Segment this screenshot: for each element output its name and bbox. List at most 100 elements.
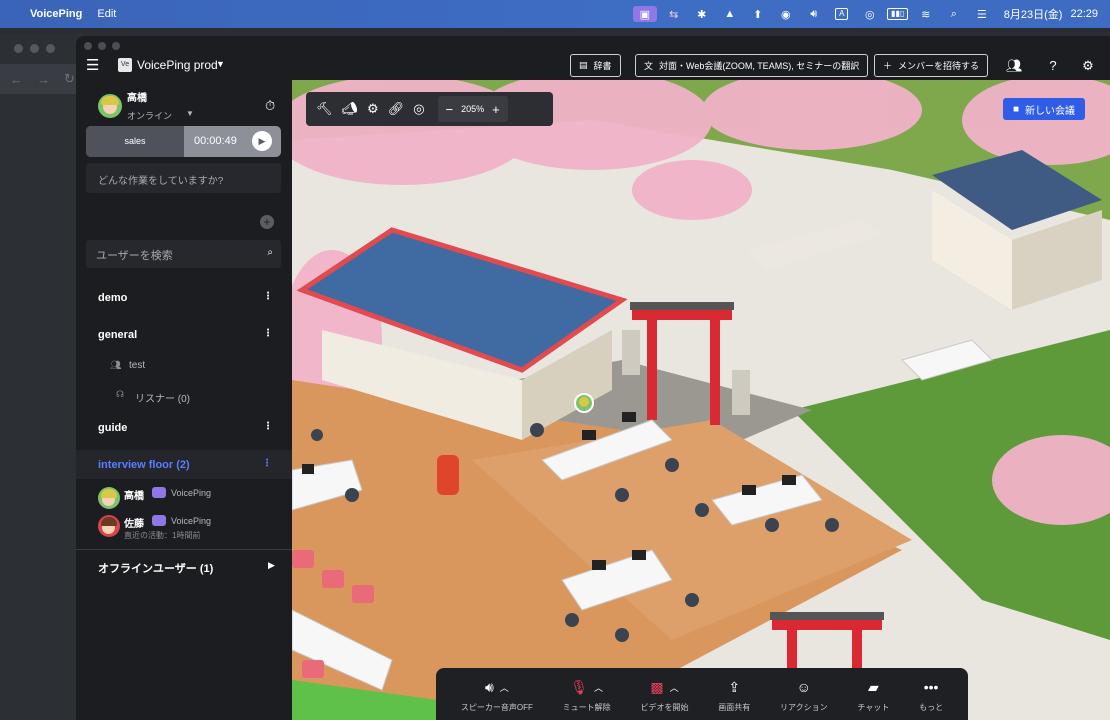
chat-button[interactable]: ▰ チャット: [857, 678, 889, 713]
workspace-dropdown-icon[interactable]: ▼: [216, 59, 225, 69]
call-controls-bar: 🔊︎ ︿ スピーカー音声OFF 🎙︎ ︿ ミュート解除 ▩ ︿ ビデオを開始 ⇪ 画面…: [436, 668, 968, 720]
task-tracker[interactable]: sales 00:00:49 ▶: [86, 126, 281, 157]
reaction-button[interactable]: ☺ リアクション: [780, 678, 828, 713]
translation-button-label: 対面・Web会議(ZOOM, TEAMS), セミナーの翻訳: [659, 61, 860, 71]
app-minimize-button[interactable]: [98, 42, 106, 50]
speaker-label: スピーカー音声OFF: [460, 703, 533, 712]
menubar-date[interactable]: 8月23日(金): [1004, 6, 1063, 22]
room-general[interactable]: general: [98, 329, 137, 341]
sidebar-toggle-icon[interactable]: ☰: [86, 56, 99, 74]
activity-input[interactable]: どんな作業をしていますか?: [86, 163, 281, 193]
input-source-icon[interactable]: A: [831, 6, 853, 22]
chevron-up-icon[interactable]: ︿: [670, 681, 679, 694]
more-button[interactable]: ••• もっと: [919, 678, 943, 713]
room-guide-more-icon[interactable]: ⋮: [263, 421, 273, 432]
mute-label: ミュート解除: [562, 703, 611, 712]
settings-gear-icon[interactable]: ⚙: [1080, 58, 1096, 74]
volume-icon[interactable]: 🔊︎: [803, 6, 825, 22]
map-settings-icon[interactable]: ⚙: [367, 101, 379, 117]
invite-members-button[interactable]: ＋ メンバーを招待する: [874, 54, 989, 77]
translation-button[interactable]: 文 対面・Web会議(ZOOM, TEAMS), セミナーの翻訳: [635, 54, 869, 77]
emoji-icon[interactable]: ☺: [797, 679, 811, 695]
screen-share-button[interactable]: ⇪ 画面共有: [718, 678, 750, 713]
chevron-right-icon[interactable]: ▶: [268, 560, 275, 571]
avatar[interactable]: [98, 94, 122, 118]
avatar: [98, 487, 120, 509]
screen-share-icon[interactable]: ⇪: [728, 679, 740, 696]
status-dropdown-icon[interactable]: ▼: [186, 109, 194, 118]
user-search-input[interactable]: ユーザーを検索 ⌕: [86, 240, 281, 268]
chevron-up-icon[interactable]: ︿: [500, 681, 509, 694]
record-tray-icon[interactable]: ◉: [775, 6, 797, 22]
task-label[interactable]: sales: [86, 126, 184, 157]
list-item[interactable]: 佐藤 VoicePing 直近の活動：1時間前: [98, 513, 288, 543]
more-label: もっと: [919, 703, 944, 712]
room-demo[interactable]: demo: [98, 292, 127, 304]
room-interview-floor[interactable]: interview floor (2) ⋮: [76, 450, 292, 479]
zoom-in-button[interactable]: +: [492, 102, 500, 117]
stopwatch-icon[interactable]: ⏱: [265, 98, 275, 114]
mute-toggle[interactable]: 🎙︎ ︿ ミュート解除: [563, 678, 611, 713]
link-icon[interactable]: 🔗︎: [388, 101, 405, 117]
user-icon[interactable]: ◎: [859, 6, 881, 22]
more-icon[interactable]: •••: [924, 679, 939, 695]
upload-tray-icon[interactable]: ⬆: [747, 6, 769, 22]
forward-arrow-icon[interactable]: →: [37, 72, 50, 87]
menubar-time[interactable]: 22:29: [1070, 8, 1098, 20]
room-demo-more-icon[interactable]: ⋮: [263, 291, 273, 302]
hammer-icon[interactable]: 🔨︎: [316, 101, 333, 117]
search-icon[interactable]: ⌕: [267, 247, 273, 258]
offline-users-toggle[interactable]: オフラインユーザー (1): [98, 560, 213, 576]
new-meeting-button[interactable]: ■ 新しい会議: [1003, 98, 1086, 120]
app-zoom-button[interactable]: [112, 42, 120, 50]
room-general-more-icon[interactable]: ⋮: [263, 328, 273, 339]
voiceping-tray-icon[interactable]: ▣: [632, 6, 657, 22]
speaker-icon[interactable]: 🔊︎: [485, 679, 494, 696]
workspace-name[interactable]: VoicePing prod: [137, 58, 218, 72]
app-close-button[interactable]: [84, 42, 92, 50]
gear-tray-icon[interactable]: ✱: [691, 6, 713, 22]
help-icon[interactable]: ?: [1045, 58, 1061, 73]
speaker-toggle[interactable]: 🔊︎ ︿ スピーカー音声OFF: [461, 678, 533, 713]
window-minimize-button[interactable]: [30, 44, 39, 53]
listeners-item[interactable]: リスナー (0): [135, 390, 190, 405]
task-timer: 00:00:49: [194, 135, 237, 147]
virtual-office-map[interactable]: 🔨︎ 📣︎ ⚙ 🔗︎ ◎ − 205% + ■ 新しい会議 🔊︎ ︿ スピーカー音…: [292, 80, 1110, 720]
add-user-icon: ＋: [883, 61, 893, 71]
voiceping-icon: [152, 487, 166, 498]
room-interview-more-icon[interactable]: ⋮: [262, 458, 272, 469]
map-scene[interactable]: [292, 80, 1110, 720]
member-recent-activity: 直近の活動：1時間前: [124, 531, 201, 540]
members-icon[interactable]: 👥︎: [1006, 58, 1023, 74]
window-zoom-button[interactable]: [46, 44, 55, 53]
battery-icon[interactable]: ▮▮▯: [887, 6, 909, 22]
dictionary-button[interactable]: ▤ 辞書: [570, 54, 621, 77]
app-menu-voiceping[interactable]: VoicePing: [30, 8, 82, 20]
edit-menu[interactable]: Edit: [97, 8, 116, 20]
subroom-test[interactable]: test: [129, 360, 145, 371]
zoom-out-button[interactable]: −: [446, 102, 454, 117]
back-arrow-icon[interactable]: ←: [10, 72, 23, 87]
mic-off-icon[interactable]: 🎙︎: [570, 679, 588, 696]
share-tray-icon[interactable]: ⇆: [663, 6, 685, 22]
control-center-icon[interactable]: ☰: [971, 6, 993, 22]
megaphone-icon[interactable]: 📣︎: [342, 101, 359, 117]
chat-icon[interactable]: ▰: [868, 679, 879, 696]
dictionary-button-label: 辞書: [593, 61, 612, 71]
locate-icon[interactable]: ◎: [413, 101, 424, 117]
search-icon[interactable]: ⌕: [943, 6, 965, 22]
video-off-icon[interactable]: ▩: [650, 679, 663, 696]
drive-tray-icon[interactable]: ▲: [719, 6, 741, 22]
room-guide[interactable]: guide: [98, 422, 127, 434]
user-status[interactable]: オンライン: [127, 109, 172, 122]
video-toggle[interactable]: ▩ ︿ ビデオを開始: [640, 678, 688, 713]
wifi-icon[interactable]: ≋: [915, 6, 937, 22]
add-room-button[interactable]: +: [260, 215, 274, 229]
new-meeting-label: 新しい会議: [1025, 105, 1076, 117]
voiceping-app-window: ☰ Ve VoicePing prod ▼ ▤ 辞書 文 対面・Web会議(ZO…: [76, 36, 1110, 720]
play-icon[interactable]: ▶: [252, 131, 272, 151]
chevron-up-icon[interactable]: ︿: [594, 681, 603, 694]
reload-icon[interactable]: ↻: [64, 71, 75, 87]
list-item[interactable]: 高橋 VoicePing: [98, 485, 288, 515]
window-close-button[interactable]: [14, 44, 23, 53]
